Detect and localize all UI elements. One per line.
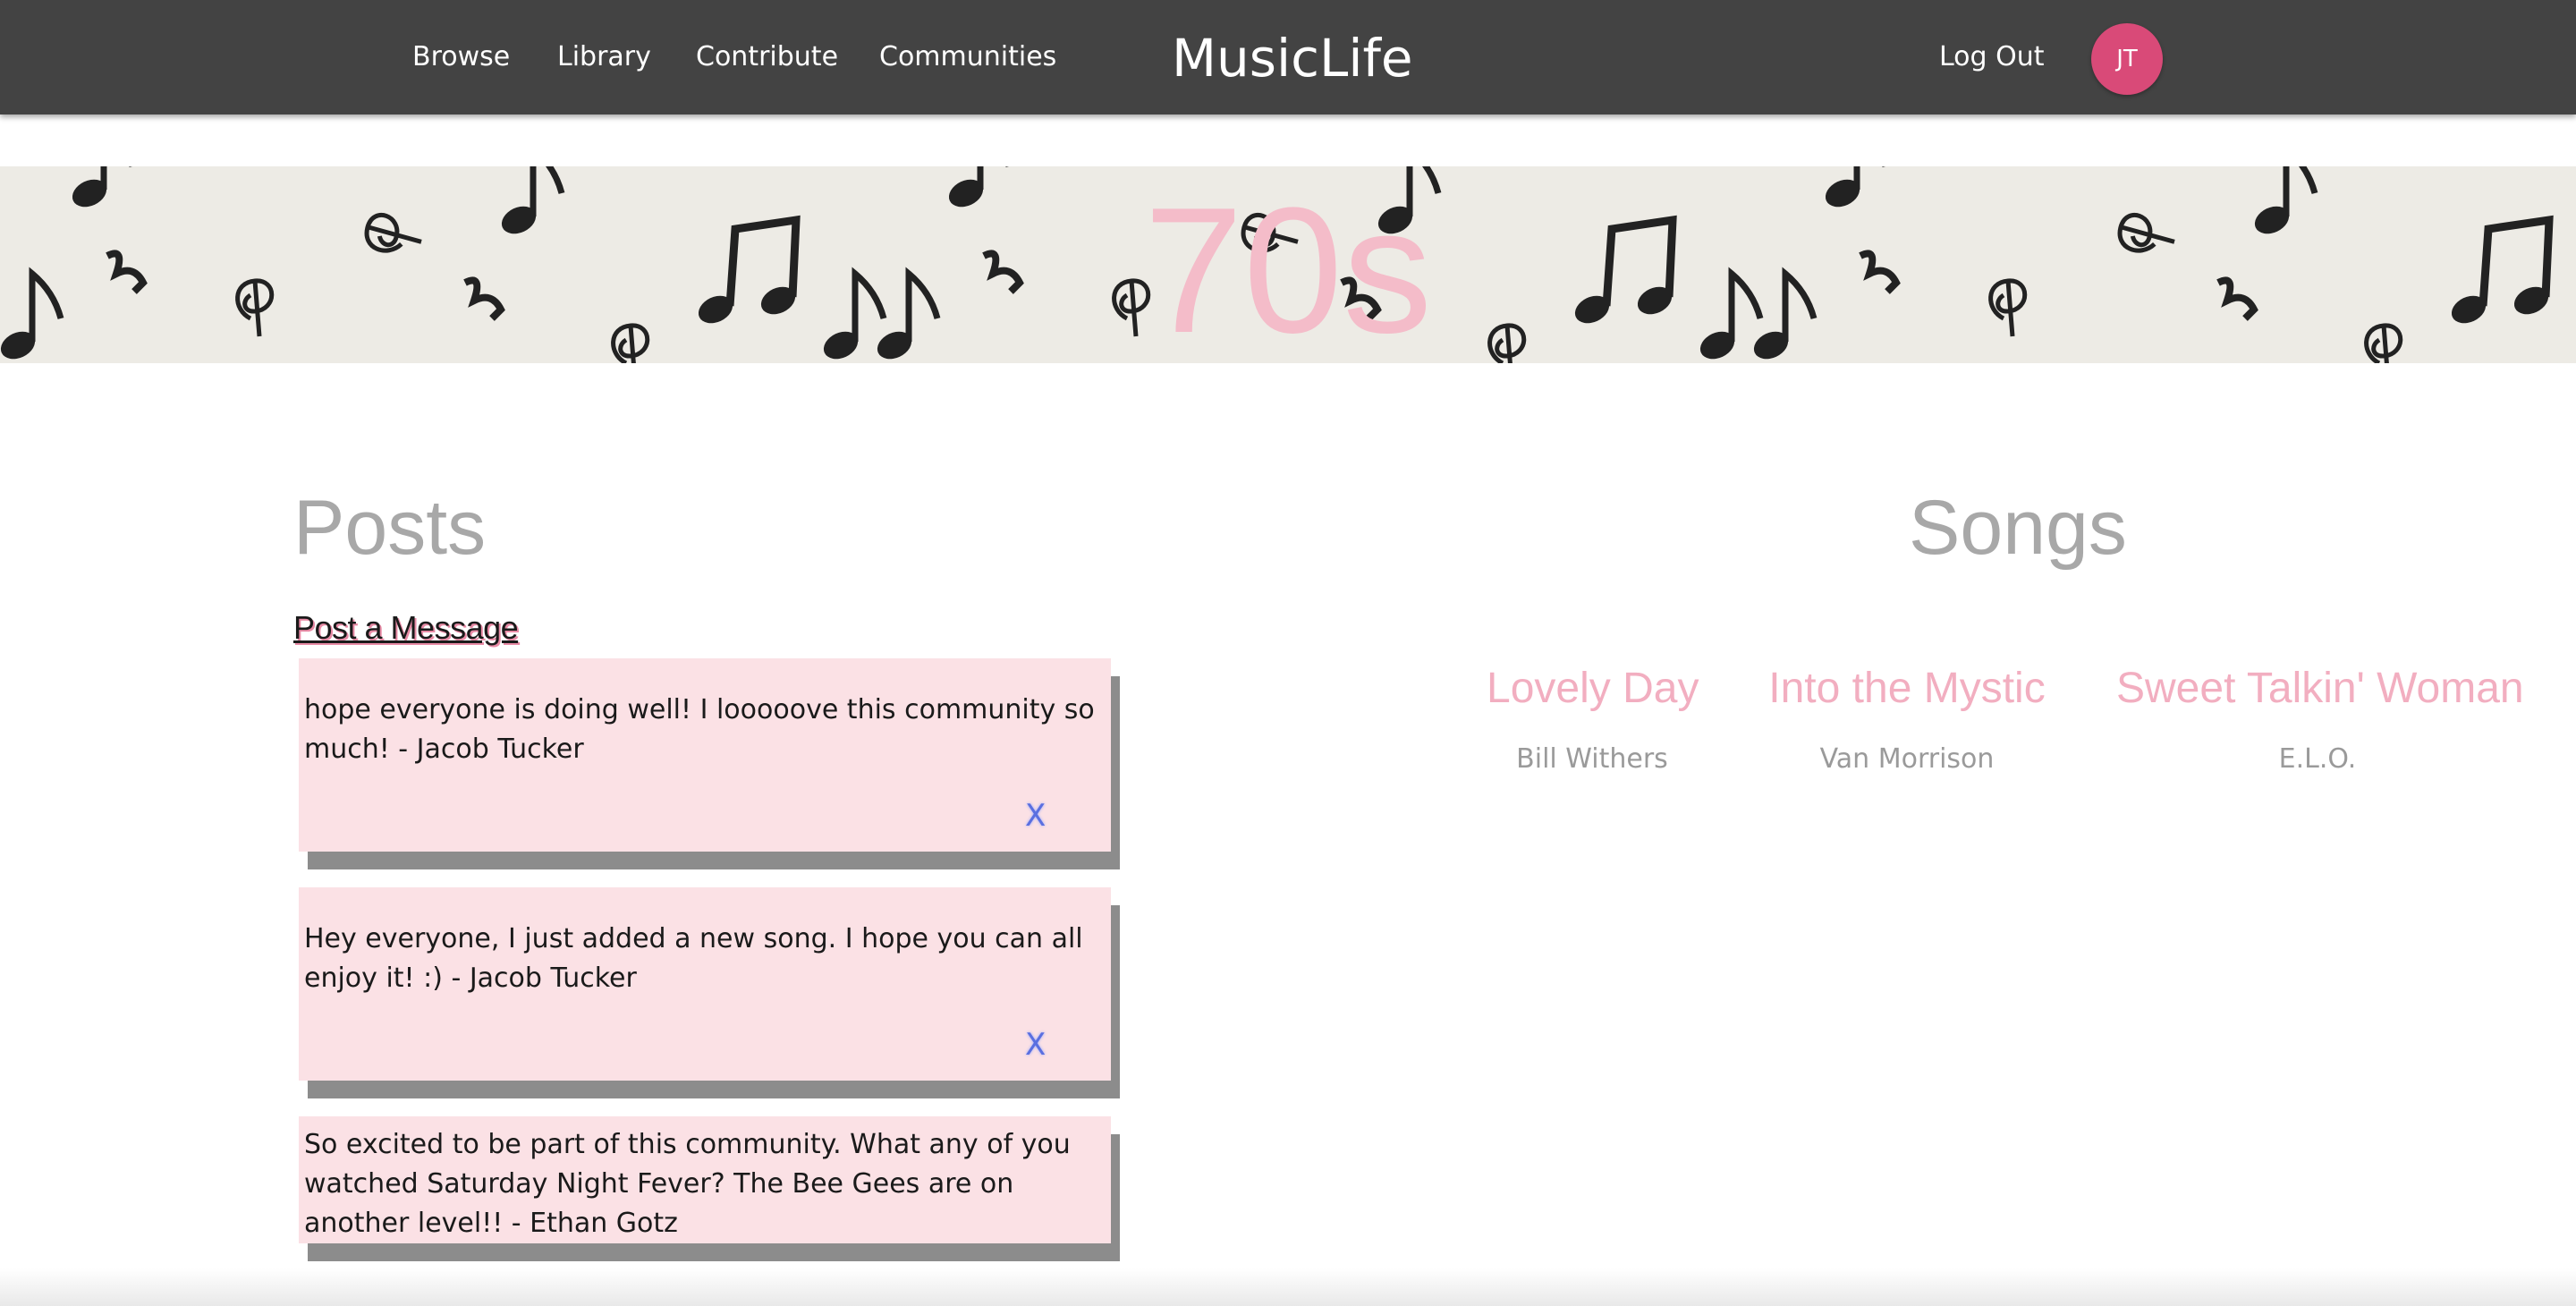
- post-card: Hey everyone, I just added a new song. I…: [299, 887, 1111, 1081]
- song-title[interactable]: Lovely Day: [1487, 662, 1699, 716]
- nav-library-link[interactable]: Library: [557, 39, 651, 75]
- logout-link[interactable]: Log Out: [1939, 39, 2045, 75]
- song-title[interactable]: Sweet Talkin' Woman: [2116, 662, 2524, 716]
- post-card: hope everyone is doing well! I looooove …: [299, 658, 1111, 852]
- post-text: So excited to be part of this community.…: [304, 1129, 1071, 1239]
- song-title[interactable]: Into the Mystic: [1766, 662, 2048, 716]
- top-navbar: Browse Library Contribute Communities Mu…: [0, 0, 2576, 114]
- nav-browse-link[interactable]: Browse: [412, 39, 510, 75]
- community-title: 70s: [1143, 171, 1433, 370]
- song-item[interactable]: Sweet Talkin' Woman E.L.O.: [2116, 662, 2524, 776]
- songs-heading: Songs: [1909, 485, 2127, 571]
- nav-communities-link[interactable]: Communities: [879, 39, 1056, 75]
- post-text: Hey everyone, I just added a new song. I…: [304, 923, 1083, 994]
- posts-heading: Posts: [293, 485, 487, 571]
- post-card: So excited to be part of this community.…: [299, 1116, 1111, 1243]
- post-text: hope everyone is doing well! I looooove …: [304, 694, 1095, 765]
- delete-post-button[interactable]: X: [1025, 1027, 1046, 1063]
- song-artist: Van Morrison: [1819, 743, 1995, 775]
- nav-contribute-link[interactable]: Contribute: [696, 39, 838, 75]
- user-avatar[interactable]: JT: [2091, 23, 2163, 95]
- song-artist: Bill Withers: [1516, 743, 1668, 775]
- bottom-fade: [0, 1268, 2576, 1306]
- brand-logo[interactable]: MusicLife: [1172, 27, 1413, 89]
- song-item[interactable]: Lovely Day Bill Withers: [1487, 662, 1699, 776]
- post-message-link[interactable]: Post a Message: [293, 608, 519, 648]
- delete-post-button[interactable]: X: [1025, 798, 1046, 834]
- song-artist: E.L.O.: [2278, 743, 2357, 775]
- song-item[interactable]: Into the Mystic Van Morrison: [1766, 662, 2048, 776]
